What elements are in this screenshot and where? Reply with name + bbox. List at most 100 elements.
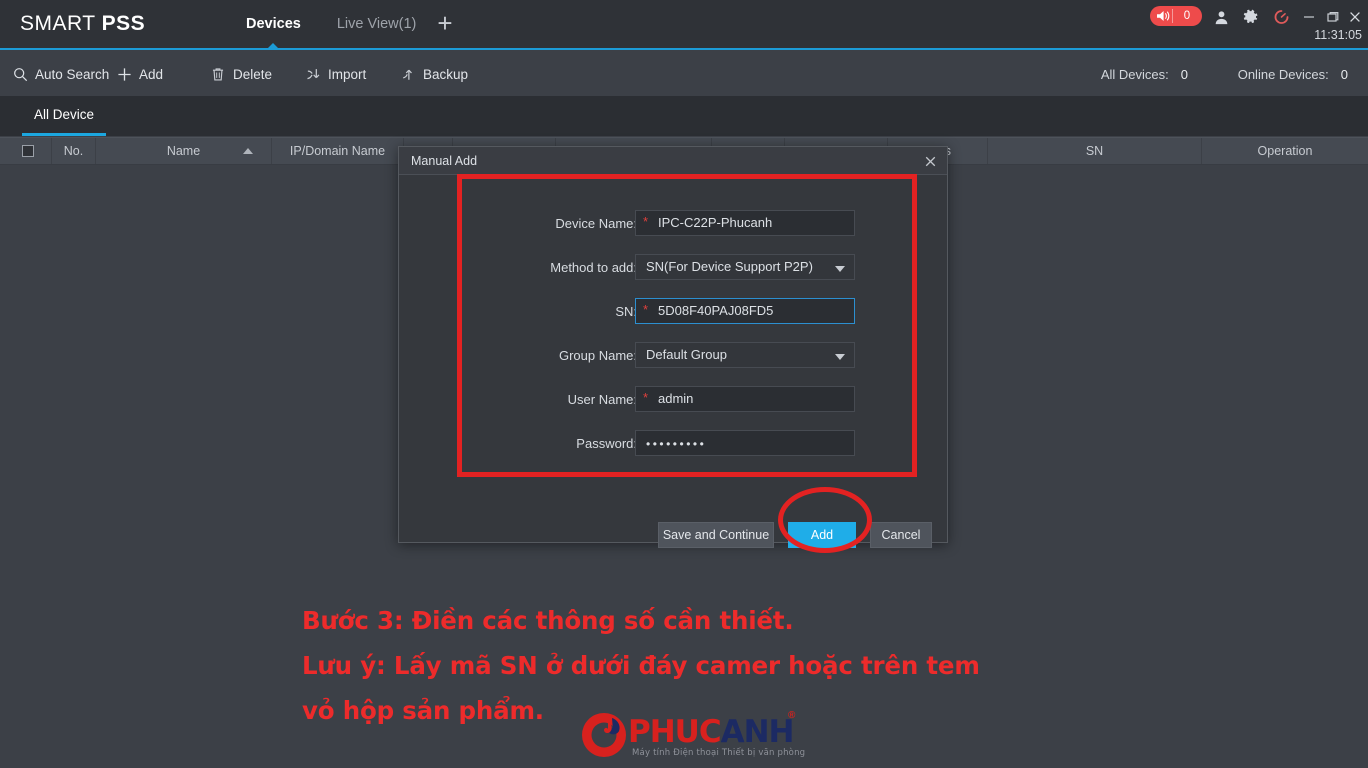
app-logo: SMART PSS: [20, 12, 145, 36]
method-to-add-value: SN(For Device Support P2P): [646, 259, 813, 274]
phucanh-wordmark: PHUCANH: [628, 714, 795, 750]
logo-tagline: Máy tính Điện thoại Thiết bị văn phòng: [632, 748, 806, 758]
backup-button[interactable]: Backup: [400, 52, 468, 96]
column-header-name-label: Name: [166, 144, 201, 158]
field-row-method-to-add: Method to add: SN(For Device Support P2P…: [399, 254, 947, 280]
tab-devices[interactable]: Devices: [228, 0, 319, 49]
logo-part-anh: ANH: [720, 714, 795, 750]
required-asterisk-icon: *: [643, 302, 649, 317]
brand-pss: PSS: [101, 12, 146, 35]
column-header-no[interactable]: No.: [52, 138, 96, 164]
save-and-continue-button[interactable]: Save and Continue: [658, 522, 774, 548]
column-header-sn[interactable]: SN: [988, 138, 1202, 164]
user-icon[interactable]: [1210, 7, 1232, 27]
alarm-badge[interactable]: 0: [1150, 6, 1202, 26]
method-to-add-select[interactable]: SN(For Device Support P2P): [635, 254, 855, 280]
logo-part-phuc: PHUC: [628, 714, 722, 750]
trash-icon: [210, 66, 226, 82]
close-icon[interactable]: [1342, 6, 1368, 28]
gauge-icon[interactable]: [1270, 7, 1292, 27]
clock: 11:31:05: [1314, 28, 1362, 42]
manual-add-dialog: Manual Add Device Name: * IPC-C22P-Phuca…: [398, 146, 948, 548]
field-row-sn: SN: * 5D08F40PAJ08FD5: [399, 298, 947, 324]
annotation-line-1: Bước 3: Điền các thông số cần thiết.: [302, 606, 794, 635]
device-name-value: IPC-C22P-Phucanh: [658, 215, 773, 230]
import-label: Import: [328, 66, 367, 82]
close-icon[interactable]: [919, 151, 941, 171]
device-toolbar: Auto Search Add Delete Import Backup All…: [0, 52, 1368, 96]
phucanh-logo: PHUCANH ® Máy tính Điện thoại Thiết bị v…: [578, 708, 818, 764]
field-row-group-name: Group Name: Default Group: [399, 342, 947, 368]
sn-input[interactable]: * 5D08F40PAJ08FD5: [635, 298, 855, 324]
smart-pss-window: SMART PSS Devices Live View(1) + 0 11:31…: [0, 0, 1368, 768]
online-devices-label: Online Devices:: [1237, 66, 1329, 82]
all-devices-counter: All Devices: 0: [1101, 52, 1188, 96]
device-name-label: Device Name:: [555, 215, 637, 231]
import-button[interactable]: Import: [305, 52, 366, 96]
active-tab-caret-icon: [267, 43, 280, 49]
user-name-input[interactable]: * admin: [635, 386, 855, 412]
add-button[interactable]: Add: [116, 52, 163, 96]
minimize-icon[interactable]: [1296, 6, 1322, 28]
dialog-title-bar: Manual Add: [399, 147, 947, 175]
brand-smart: SMART: [20, 12, 102, 35]
search-icon: [12, 66, 28, 82]
delete-label: Delete: [233, 66, 273, 82]
plus-icon: [116, 66, 132, 82]
tab-live-view[interactable]: Live View(1): [319, 0, 435, 48]
column-header-ip[interactable]: IP/Domain Name: [272, 138, 404, 164]
title-bar: SMART PSS Devices Live View(1) + 0 11:31…: [0, 0, 1368, 50]
column-header-name[interactable]: Name: [96, 138, 272, 164]
password-input[interactable]: •••••••••: [635, 430, 855, 456]
add-label: Add: [139, 66, 164, 82]
phucanh-a-mark-icon: [578, 710, 630, 760]
nav-tabs: Devices Live View(1): [228, 0, 435, 49]
cancel-button[interactable]: Cancel: [870, 522, 932, 548]
dialog-title: Manual Add: [411, 154, 478, 168]
method-to-add-label: Method to add:: [550, 259, 637, 275]
online-devices-counter: Online Devices: 0: [1238, 52, 1348, 96]
add-tab-button[interactable]: +: [428, 0, 462, 48]
field-row-password: Password: •••••••••: [399, 430, 947, 456]
required-asterisk-icon: *: [643, 390, 649, 405]
group-name-label: Group Name:: [558, 347, 637, 363]
select-all-checkbox[interactable]: [22, 145, 34, 157]
field-row-user-name: User Name: * admin: [399, 386, 947, 412]
backup-label: Backup: [423, 66, 469, 82]
alarm-divider: [1172, 9, 1173, 23]
auto-search-label: Auto Search: [35, 66, 110, 82]
user-name-label: User Name:: [567, 391, 637, 407]
sort-ascending-icon: [243, 148, 253, 154]
dialog-body: Device Name: * IPC-C22P-Phucanh Method t…: [399, 175, 947, 548]
import-arrow-icon: [305, 66, 321, 82]
required-asterisk-icon: *: [643, 214, 649, 229]
all-devices-count: 0: [1180, 66, 1188, 82]
tab-live-view-label: Live View(1): [336, 16, 417, 32]
all-devices-label: All Devices:: [1100, 66, 1169, 82]
tab-devices-label: Devices: [246, 16, 301, 32]
select-all-cell: [0, 138, 52, 164]
annotation-line-2: Lưu ý: Lấy mã SN ở dưới đáy camer hoặc t…: [302, 651, 980, 680]
chevron-down-icon: [835, 354, 845, 360]
tab-all-device[interactable]: All Device: [12, 96, 116, 136]
backup-arrow-icon: [400, 66, 416, 82]
sn-label: SN:: [615, 303, 637, 319]
delete-button[interactable]: Delete: [210, 52, 272, 96]
column-header-operation[interactable]: Operation: [1202, 138, 1368, 164]
chevron-down-icon: [835, 266, 845, 272]
device-tab-strip: All Device: [0, 96, 1368, 136]
sn-value: 5D08F40PAJ08FD5: [658, 303, 774, 318]
group-name-select[interactable]: Default Group: [635, 342, 855, 368]
password-value: •••••••••: [646, 437, 707, 451]
gear-icon[interactable]: [1240, 7, 1262, 27]
auto-search-button[interactable]: Auto Search: [12, 52, 109, 96]
online-devices-count: 0: [1340, 66, 1348, 82]
tab-all-device-label: All Device: [34, 107, 95, 122]
password-label: Password:: [576, 435, 637, 451]
add-confirm-button[interactable]: Add: [788, 522, 856, 548]
tab-active-underline: [22, 133, 107, 136]
user-name-value: admin: [658, 391, 694, 406]
device-name-input[interactable]: * IPC-C22P-Phucanh: [635, 210, 855, 236]
speaker-icon: [1154, 9, 1171, 23]
registered-trademark-icon: ®: [788, 710, 796, 721]
